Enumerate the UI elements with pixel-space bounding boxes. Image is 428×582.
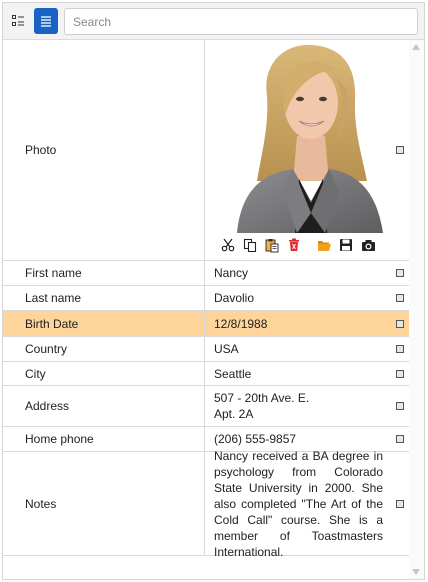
property-editor-button[interactable] bbox=[396, 369, 404, 378]
property-value-photo[interactable] bbox=[206, 40, 409, 260]
property-value-text: 507 - 20th Ave. E. bbox=[214, 391, 310, 405]
categorized-view-button[interactable] bbox=[7, 8, 31, 34]
property-grid-window: Photo bbox=[2, 2, 425, 580]
property-row-city[interactable]: City Seattle bbox=[3, 362, 409, 386]
property-value[interactable]: Nancy received a BA degree in psychology… bbox=[206, 449, 409, 559]
property-name: First name bbox=[3, 261, 205, 285]
property-row-photo[interactable]: Photo bbox=[3, 40, 409, 261]
property-name: City bbox=[3, 362, 205, 385]
property-value-text: Davolio bbox=[214, 291, 255, 305]
property-name: Address bbox=[3, 386, 205, 426]
search-input[interactable] bbox=[64, 8, 418, 35]
copy-icon[interactable] bbox=[242, 237, 258, 253]
photo-toolbar bbox=[220, 237, 390, 253]
property-editor-button[interactable] bbox=[396, 146, 404, 154]
property-name: Home phone bbox=[3, 427, 205, 451]
property-grid-toolbar bbox=[3, 3, 424, 40]
property-value[interactable]: USA bbox=[206, 337, 409, 361]
property-editor-button[interactable] bbox=[396, 294, 404, 302]
property-grid: Photo First name Nancy Last name Davolio… bbox=[3, 40, 409, 559]
property-row-address[interactable]: Address 507 - 20th Ave. E. Apt. 2A bbox=[3, 386, 409, 427]
property-value-text: Apt. 2A bbox=[214, 407, 254, 421]
paste-icon[interactable] bbox=[264, 237, 280, 253]
property-editor-button[interactable] bbox=[396, 402, 404, 410]
property-editor-button[interactable] bbox=[396, 345, 404, 353]
vertical-scrollbar[interactable] bbox=[409, 40, 424, 579]
employee-photo bbox=[227, 41, 389, 233]
property-name: Birth Date bbox=[3, 311, 205, 336]
alphabetical-view-icon bbox=[41, 16, 51, 27]
property-value[interactable]: 12/8/1988 bbox=[206, 311, 409, 336]
property-editor-button[interactable] bbox=[396, 499, 404, 508]
property-name: Notes bbox=[3, 452, 205, 555]
property-value-text: USA bbox=[214, 342, 239, 356]
notes-text: Nancy received a BA degree in psychology… bbox=[214, 448, 383, 559]
save-icon[interactable] bbox=[338, 237, 354, 253]
property-row-country[interactable]: Country USA bbox=[3, 337, 409, 362]
cut-icon[interactable] bbox=[220, 237, 236, 253]
property-editor-button[interactable] bbox=[396, 319, 404, 328]
empty-grid-area bbox=[3, 556, 409, 579]
property-name: Country bbox=[3, 337, 205, 361]
property-value-text: 12/8/1988 bbox=[214, 316, 268, 331]
property-row-first-name[interactable]: First name Nancy bbox=[3, 261, 409, 286]
property-editor-button[interactable] bbox=[396, 435, 404, 443]
property-value-text: (206) 555-9857 bbox=[214, 432, 297, 446]
property-row-birth-date[interactable]: Birth Date 12/8/1988 bbox=[3, 311, 409, 337]
property-value[interactable]: Seattle bbox=[206, 362, 409, 385]
delete-icon[interactable] bbox=[286, 237, 302, 253]
property-row-notes[interactable]: Notes Nancy received a BA degree in psyc… bbox=[3, 449, 409, 559]
property-name: Photo bbox=[3, 40, 205, 260]
property-value-text: Seattle bbox=[214, 366, 252, 381]
scroll-down-arrow-icon[interactable] bbox=[412, 569, 420, 575]
property-value[interactable]: 507 - 20th Ave. E. Apt. 2A bbox=[206, 386, 409, 426]
property-value-text: Nancy bbox=[214, 266, 249, 280]
alphabetical-view-button[interactable] bbox=[34, 8, 58, 34]
property-value[interactable]: Davolio bbox=[206, 286, 409, 310]
property-name: Last name bbox=[3, 286, 205, 310]
property-editor-button[interactable] bbox=[396, 269, 404, 277]
scroll-up-arrow-icon[interactable] bbox=[412, 44, 420, 50]
categorized-view-icon bbox=[12, 15, 24, 26]
open-folder-icon[interactable] bbox=[316, 237, 332, 253]
camera-icon[interactable] bbox=[360, 237, 376, 253]
property-row-last-name[interactable]: Last name Davolio bbox=[3, 286, 409, 311]
property-value[interactable]: Nancy bbox=[206, 261, 409, 285]
